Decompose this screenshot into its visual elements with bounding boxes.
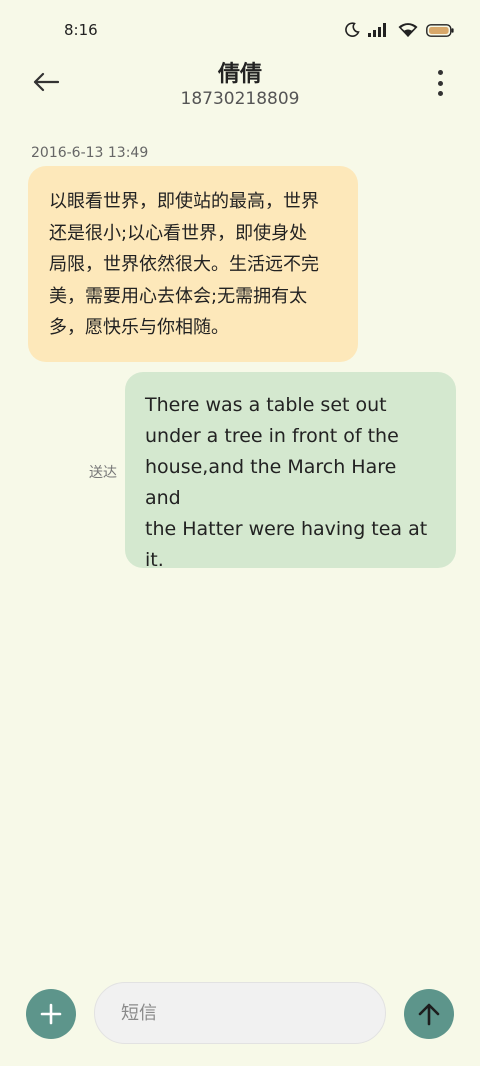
message-line: house,and the March Hare and bbox=[145, 456, 397, 509]
conversation-header: 倩倩 18730218809 bbox=[0, 54, 480, 118]
message-line: 以眼看世界，即使站的最高，世界 bbox=[49, 191, 319, 212]
status-time: 8:16 bbox=[64, 21, 98, 39]
message-input-container bbox=[94, 982, 386, 1044]
delivery-status: 送达 bbox=[89, 465, 117, 481]
message-input[interactable] bbox=[95, 983, 385, 1043]
message-line: 局限，世界依然很大。生活远不完 bbox=[49, 254, 319, 275]
message-line: 还是很小;以心看世界，即使身处 bbox=[49, 222, 308, 244]
status-bar: 8:16 bbox=[0, 0, 480, 62]
message-line: 美，需要用心去体会;无需拥有太 bbox=[49, 285, 308, 307]
outgoing-message-bubble[interactable]: There was a table set out under a tree i… bbox=[125, 372, 456, 571]
signal-icon bbox=[368, 23, 386, 37]
add-attachment-button[interactable] bbox=[26, 989, 76, 1039]
more-vertical-icon bbox=[437, 70, 443, 75]
battery-icon bbox=[426, 23, 454, 37]
message-line: under a tree in front of the bbox=[145, 425, 399, 447]
moon-icon bbox=[345, 22, 360, 37]
contact-number: 18730218809 bbox=[180, 89, 300, 109]
send-button[interactable] bbox=[404, 989, 454, 1039]
status-icons bbox=[344, 22, 454, 38]
message-line: the Hatter were having tea at bbox=[145, 518, 428, 540]
message-line: it. bbox=[145, 549, 164, 571]
message-line: There was a table set out bbox=[145, 394, 387, 416]
more-options-button[interactable] bbox=[434, 70, 446, 96]
contact-name: 倩倩 bbox=[217, 62, 262, 87]
message-line: 多，愿快乐与你相随。 bbox=[49, 317, 229, 338]
arrow-up-icon bbox=[418, 1003, 440, 1026]
message-timestamp: 2016-6-13 13:49 bbox=[31, 145, 149, 161]
wifi-icon bbox=[398, 22, 418, 37]
incoming-message-bubble[interactable]: 以眼看世界，即使站的最高，世界 还是很小;以心看世界，即使身处 局限，世界依然很… bbox=[28, 166, 358, 362]
plus-icon bbox=[40, 1003, 62, 1025]
